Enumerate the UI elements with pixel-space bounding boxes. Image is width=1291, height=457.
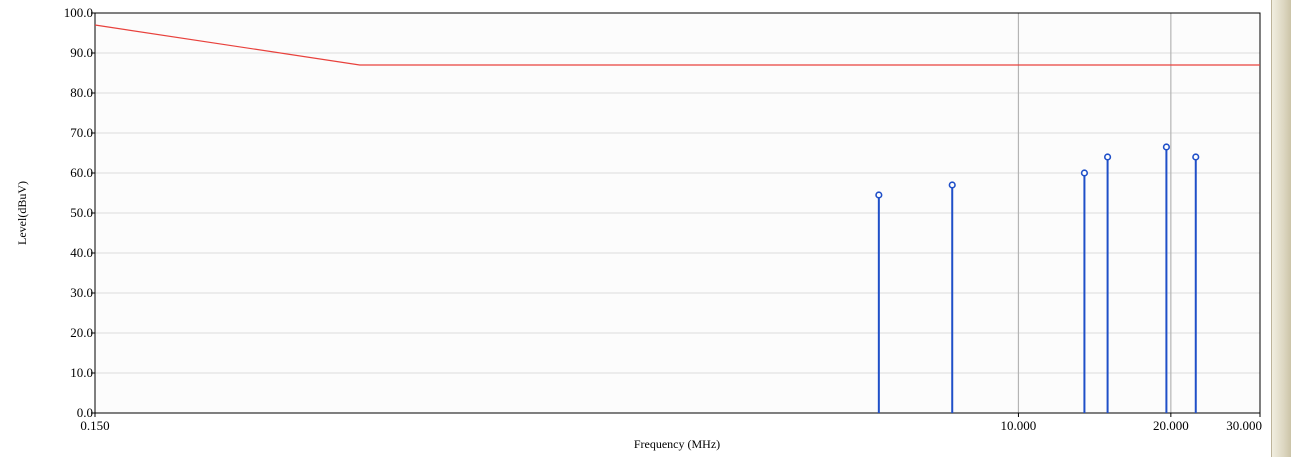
peak-marker <box>1192 153 1200 161</box>
x-tick-label: 0.150 <box>80 418 109 433</box>
y-tick-label: 30.0 <box>70 285 93 300</box>
y-tick-label: 60.0 <box>70 165 93 180</box>
y-tick-label: 10.0 <box>70 365 93 380</box>
x-axis-ticks: 0.150 10.000 20.000 30.000 <box>80 413 1262 433</box>
y-tick-label: 80.0 <box>70 85 93 100</box>
peak-marker <box>875 191 883 199</box>
y-tick-label: 90.0 <box>70 45 93 60</box>
window-right-edge <box>1271 0 1291 457</box>
x-axis-title: Frequency (MHz) <box>634 437 720 451</box>
x-tick-label: 30.000 <box>1226 418 1262 433</box>
y-tick-label: 70.0 <box>70 125 93 140</box>
y-tick-label: 50.0 <box>70 205 93 220</box>
y-tick-label: 40.0 <box>70 245 93 260</box>
x-tick-label: 10.000 <box>1001 418 1037 433</box>
emission-level-chart: 0.010.020.030.040.050.060.070.080.090.01… <box>15 5 1262 451</box>
peak-marker <box>948 181 956 189</box>
peak-marker <box>1103 153 1112 161</box>
y-axis-ticks: 0.010.020.030.040.050.060.070.080.090.01… <box>64 5 95 420</box>
y-tick-label: 100.0 <box>64 5 93 20</box>
y-axis-title: Level(dBuV) <box>15 181 29 245</box>
peak-marker <box>1162 143 1171 151</box>
x-tick-label: 20.000 <box>1153 418 1189 433</box>
peak-marker <box>1080 169 1089 177</box>
emission-chart-window: 0.0 10.0 20.0 30.0 40.0 50.0 60.0 70.0 80.0 90.0 1… <box>0 0 1291 457</box>
y-tick-label: 20.0 <box>70 325 93 340</box>
